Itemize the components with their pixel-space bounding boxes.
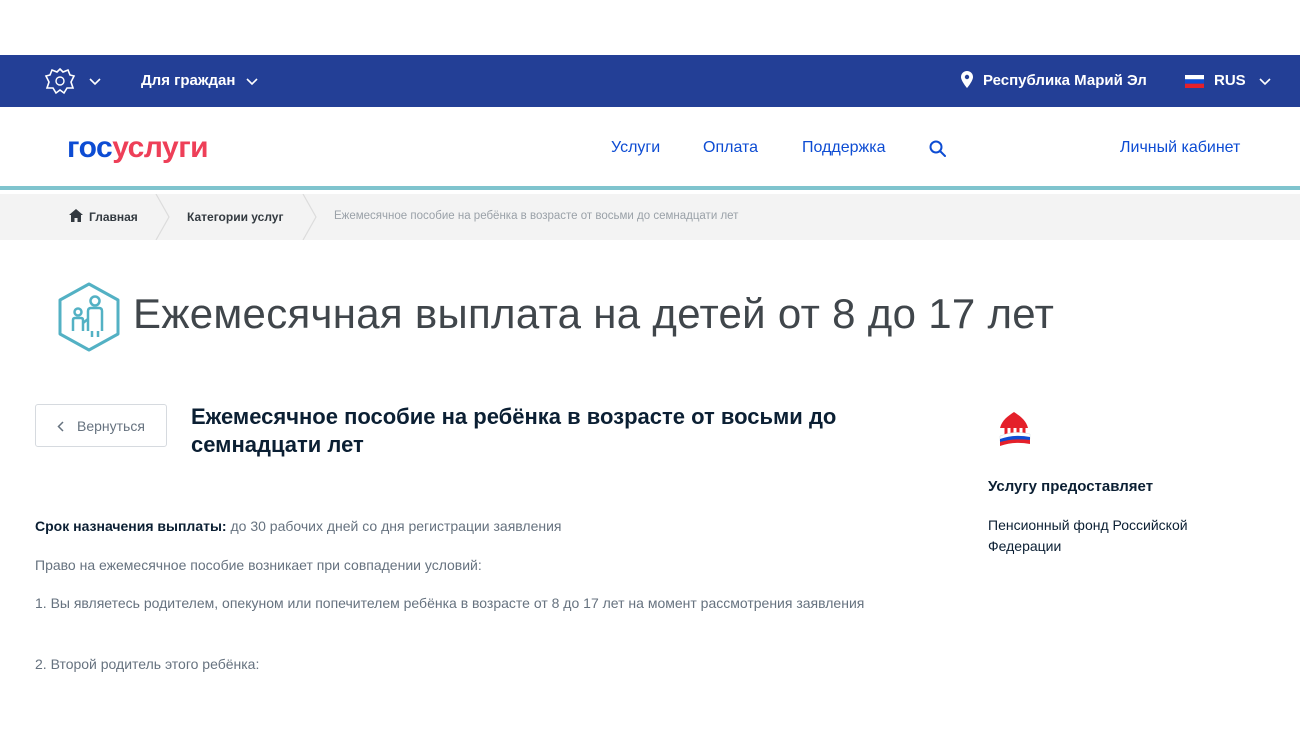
gosuslugi-logo[interactable]: госуслуги bbox=[67, 131, 209, 165]
russian-flag-icon bbox=[1185, 75, 1204, 88]
language-selector[interactable]: RUS bbox=[1214, 72, 1246, 89]
breadcrumb-current: Ежемесячное пособие на ребёнка в возраст… bbox=[334, 210, 739, 222]
term-value: до 30 рабочих дней со дня регистрации за… bbox=[226, 518, 562, 534]
chevron-left-icon bbox=[57, 421, 64, 432]
provider-heading: Услугу предоставляет bbox=[988, 478, 1154, 495]
search-icon[interactable] bbox=[929, 140, 946, 157]
service-title: Ежемесячное пособие на ребёнка в возраст… bbox=[191, 404, 837, 457]
provider-name: Пенсионный фонд Российской Федерации bbox=[988, 517, 1188, 554]
breadcrumb-home[interactable]: Главная bbox=[89, 210, 138, 224]
site-header: госуслуги Услуги Оплата Поддержка Личный… bbox=[0, 107, 1300, 190]
region-selector[interactable]: Республика Марий Эл bbox=[983, 72, 1147, 89]
breadcrumb-separator bbox=[302, 194, 317, 240]
nav-support[interactable]: Поддержка bbox=[802, 139, 885, 157]
chevron-down-icon[interactable] bbox=[1259, 78, 1271, 86]
condition-item: 2. Второй родитель этого ребёнка: bbox=[35, 656, 260, 672]
personal-account-link[interactable]: Личный кабинет bbox=[1120, 139, 1240, 157]
conditions-intro: Право на ежемесячное пособие возникает п… bbox=[35, 557, 482, 573]
page-title: Ежемесячная выплата на детей от 8 до 17 … bbox=[133, 290, 1055, 337]
breadcrumb: Главная Категории услуг Ежемесячное посо… bbox=[0, 194, 1300, 240]
term-paragraph: Срок назначения выплаты: до 30 рабочих д… bbox=[35, 515, 562, 538]
nav-payment[interactable]: Оплата bbox=[703, 139, 758, 157]
back-button-label: Вернуться bbox=[77, 418, 145, 434]
breadcrumb-separator bbox=[155, 194, 170, 240]
term-label: Срок назначения выплаты: bbox=[35, 518, 227, 534]
breadcrumb-categories[interactable]: Категории услуг bbox=[187, 210, 283, 224]
chevron-down-icon[interactable] bbox=[246, 78, 258, 86]
family-hexagon-icon bbox=[58, 282, 120, 352]
location-pin-icon bbox=[961, 71, 973, 88]
pension-fund-logo bbox=[999, 412, 1031, 446]
condition-item: 1. Вы являетесь родителем, опекуном или … bbox=[35, 595, 865, 611]
for-citizens-dropdown[interactable]: Для граждан bbox=[141, 72, 235, 89]
chevron-down-icon[interactable] bbox=[89, 78, 101, 86]
back-button[interactable]: Вернуться bbox=[35, 404, 167, 447]
coat-of-arms-icon[interactable] bbox=[44, 66, 76, 96]
home-icon[interactable] bbox=[69, 209, 83, 222]
top-bar: Для граждан Республика Марий Эл RUS bbox=[0, 55, 1300, 107]
nav-services[interactable]: Услуги bbox=[611, 139, 660, 157]
